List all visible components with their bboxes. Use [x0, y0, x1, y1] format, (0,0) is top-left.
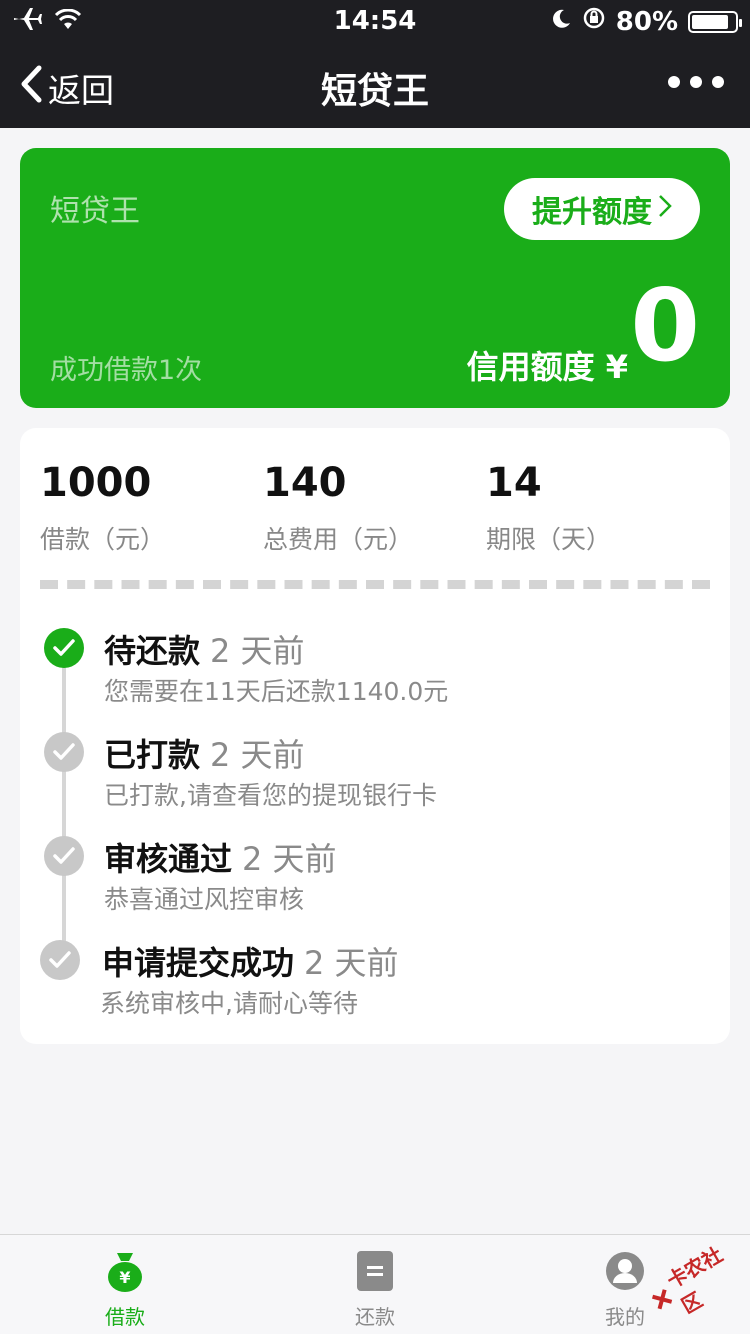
user-avatar-icon — [605, 1249, 645, 1293]
nav-bar: 返回 短贷王 — [0, 40, 750, 128]
step-desc: 系统审核中,请耐心等待 — [100, 989, 358, 1018]
raise-limit-label: 提升额度 — [532, 196, 652, 229]
check-icon — [44, 732, 84, 772]
stat-value: 140 — [263, 460, 347, 506]
credit-label: 信用额度 ¥ — [466, 348, 628, 386]
more-menu-button[interactable] — [668, 76, 724, 88]
step-title: 已打款 2 天前 — [104, 730, 305, 776]
moon-icon — [550, 7, 572, 37]
tab-borrow[interactable]: ¥ 借款 — [0, 1235, 250, 1334]
stat-label: 借款（元） — [40, 525, 166, 554]
stat-value: 1000 — [40, 460, 152, 506]
more-dot-icon — [668, 76, 680, 88]
step-title: 待还款 2 天前 — [104, 626, 305, 672]
step-title-text: 已打款 — [104, 736, 201, 774]
more-dot-icon — [690, 76, 702, 88]
check-icon — [40, 940, 80, 980]
stat-label: 总费用（元） — [263, 525, 414, 554]
step-title-text: 申请提交成功 — [102, 944, 295, 982]
tab-repay[interactable]: 还款 — [250, 1235, 500, 1334]
tab-bar: ¥ 借款 还款 我的 — [0, 1234, 750, 1334]
tab-label: 还款 — [355, 1305, 395, 1329]
success-count: 成功借款1次 — [50, 355, 203, 386]
dashed-divider — [40, 580, 710, 589]
battery-icon — [688, 10, 742, 33]
step-desc: 已打款,请查看您的提现银行卡 — [104, 781, 437, 810]
check-icon — [44, 628, 84, 668]
step-desc: 您需要在11天后还款1140.0元 — [104, 677, 449, 706]
credit-card: 短贷王 提升额度 成功借款1次 信用额度 ¥ 0 — [20, 148, 730, 408]
page-title: 短贷王 — [320, 71, 429, 112]
step-time: 2 天前 — [304, 944, 399, 982]
rotation-lock-icon — [582, 6, 606, 37]
step-time: 2 天前 — [242, 840, 337, 878]
stat-amount: 1000 借款（元） — [40, 460, 165, 556]
stat-value: 14 — [486, 460, 542, 506]
stat-fee: 140 总费用（元） — [263, 460, 413, 556]
step-time: 2 天前 — [210, 632, 305, 670]
chevron-right-icon — [658, 192, 672, 226]
credit-value: 0 — [630, 267, 700, 384]
card-brand: 短贷王 — [50, 194, 140, 229]
more-dot-icon — [712, 76, 724, 88]
stat-label: 期限（天） — [486, 525, 612, 554]
raise-limit-button[interactable]: 提升额度 — [504, 178, 700, 240]
step-title-text: 审核通过 — [104, 840, 233, 878]
svg-text:¥: ¥ — [119, 1268, 130, 1287]
money-bag-icon: ¥ — [105, 1249, 145, 1293]
status-bar: 14:54 80% — [0, 0, 750, 40]
top-bar: 14:54 80% 返回 短贷王 — [0, 0, 750, 128]
step-title-text: 待还款 — [104, 632, 201, 670]
loan-panel: 1000 借款（元） 140 总费用（元） 14 期限（天） 待还款 2 天前 您… — [20, 428, 730, 1044]
tab-label: 借款 — [105, 1305, 145, 1329]
loan-stats: 1000 借款（元） 140 总费用（元） 14 期限（天） — [20, 428, 730, 568]
battery-percent: 80% — [615, 6, 678, 37]
step-desc: 恭喜通过风控审核 — [104, 885, 305, 914]
stat-term: 14 期限（天） — [486, 460, 611, 556]
timeline-line — [62, 658, 66, 958]
step-title: 审核通过 2 天前 — [104, 834, 337, 880]
step-title: 申请提交成功 2 天前 — [102, 938, 399, 984]
check-icon — [44, 836, 84, 876]
document-icon — [355, 1249, 395, 1293]
step-time: 2 天前 — [210, 736, 305, 774]
